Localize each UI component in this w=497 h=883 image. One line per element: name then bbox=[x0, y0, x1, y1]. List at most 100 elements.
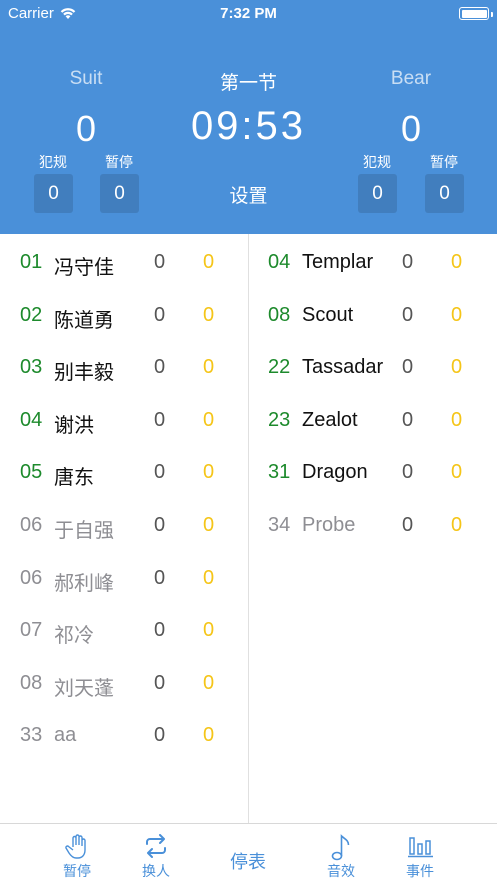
player-number: 33 bbox=[20, 724, 43, 747]
player-row[interactable]: 03 别丰毅 0 0 bbox=[0, 340, 248, 392]
player-row[interactable]: 04 Templar 0 0 bbox=[248, 235, 496, 287]
player-stat: 0 bbox=[154, 251, 166, 273]
scoreboard-header: Carrier 7:32 PM Suit 第一节 Bear 0 09:53 0 … bbox=[0, 0, 497, 234]
tab-timeout-label: 暂停 bbox=[63, 863, 91, 879]
player-fouls: 0 bbox=[451, 514, 463, 536]
player-row[interactable]: 06 于自强 0 0 bbox=[0, 498, 248, 550]
player-number: 06 bbox=[20, 514, 43, 536]
tab-events[interactable]: 事件 bbox=[380, 824, 460, 883]
player-row[interactable]: 06 郝利峰 0 0 bbox=[0, 551, 248, 603]
player-stat: 0 bbox=[402, 514, 414, 536]
player-stat: 0 bbox=[154, 461, 166, 484]
player-number: 07 bbox=[20, 619, 43, 642]
battery-tip bbox=[491, 12, 493, 17]
player-name: 陈道勇 bbox=[54, 309, 114, 332]
player-fouls: 0 bbox=[203, 303, 215, 326]
player-number: 06 bbox=[20, 566, 43, 589]
player-fouls: 0 bbox=[203, 724, 215, 747]
player-stat: 0 bbox=[154, 671, 166, 694]
player-number: 03 bbox=[20, 356, 43, 379]
player-number: 04 bbox=[268, 251, 291, 273]
player-number: 04 bbox=[20, 408, 43, 431]
player-stat: 0 bbox=[154, 619, 166, 642]
player-row[interactable]: 08 刘天蓬 0 0 bbox=[0, 656, 248, 708]
home-timeouts-label: 暂停 bbox=[105, 154, 133, 170]
player-row[interactable]: 01 冯守佳 0 0 bbox=[0, 235, 248, 287]
away-score[interactable]: 0 bbox=[351, 108, 471, 150]
tab-substitute[interactable]: 换人 bbox=[116, 824, 196, 883]
player-stat: 0 bbox=[402, 251, 414, 273]
player-roster: 01 冯守佳 0 0 02 陈道勇 0 0 03 别丰毅 0 0 04 谢洪 0 0 05 唐东 0 0 06 于自强 0 0… bbox=[0, 234, 497, 823]
player-fouls: 0 bbox=[451, 461, 463, 484]
player-fouls: 0 bbox=[451, 251, 463, 273]
music-note-icon bbox=[331, 834, 350, 861]
player-row[interactable]: 04 谢洪 0 0 bbox=[0, 393, 248, 445]
player-name: Zealot bbox=[302, 408, 358, 431]
player-fouls: 0 bbox=[451, 408, 463, 431]
player-fouls: 0 bbox=[203, 461, 215, 484]
player-number: 34 bbox=[268, 514, 291, 536]
player-number: 22 bbox=[268, 356, 291, 379]
player-stat: 0 bbox=[402, 461, 414, 484]
player-fouls: 0 bbox=[203, 566, 215, 589]
player-stat: 0 bbox=[154, 724, 166, 747]
player-number: 08 bbox=[268, 303, 291, 326]
player-fouls: 0 bbox=[203, 356, 215, 379]
player-name: 于自强 bbox=[54, 520, 114, 542]
player-stat: 0 bbox=[154, 514, 166, 536]
tab-sound[interactable]: 音效 bbox=[301, 824, 381, 883]
player-name: 郝利峰 bbox=[54, 572, 114, 595]
player-name: 唐东 bbox=[54, 467, 94, 490]
player-stat: 0 bbox=[154, 408, 166, 431]
player-row[interactable]: 23 Zealot 0 0 bbox=[248, 393, 496, 445]
player-stat: 0 bbox=[402, 408, 414, 431]
player-row[interactable]: 33 aa 0 0 bbox=[0, 708, 248, 760]
player-name: 冯守佳 bbox=[54, 257, 114, 279]
hand-icon bbox=[65, 834, 86, 859]
player-name: Templar bbox=[302, 251, 374, 273]
bottom-tab-bar: 暂停 换人 停表 音效 事件 bbox=[0, 823, 497, 883]
battery-icon bbox=[459, 7, 489, 20]
tab-stop-clock[interactable]: 停表 bbox=[208, 824, 288, 883]
player-fouls: 0 bbox=[451, 303, 463, 326]
away-team-name: Bear bbox=[390, 68, 432, 89]
settings-button[interactable]: 设置 bbox=[0, 181, 497, 208]
player-name: Tassadar bbox=[302, 356, 384, 379]
status-bar: Carrier 7:32 PM bbox=[0, 4, 497, 24]
player-row[interactable]: 05 唐东 0 0 bbox=[0, 445, 248, 497]
away-timeouts-count[interactable]: 0 bbox=[425, 174, 464, 213]
home-fouls-label: 犯规 bbox=[39, 154, 67, 170]
player-row[interactable]: 08 Scout 0 0 bbox=[248, 288, 496, 340]
player-name: Dragon bbox=[302, 461, 368, 484]
player-row[interactable]: 34 Probe 0 0 bbox=[248, 498, 496, 550]
tab-stop-clock-label: 停表 bbox=[230, 852, 266, 872]
player-stat: 0 bbox=[154, 356, 166, 379]
tab-substitute-label: 换人 bbox=[142, 863, 170, 879]
player-row[interactable]: 07 祁冷 0 0 bbox=[0, 603, 248, 655]
player-stat: 0 bbox=[154, 566, 166, 589]
status-time: 7:32 PM bbox=[220, 5, 277, 22]
player-name: 祁冷 bbox=[54, 625, 94, 648]
player-number: 23 bbox=[268, 408, 291, 431]
tab-sound-label: 音效 bbox=[327, 863, 355, 879]
player-number: 08 bbox=[20, 671, 43, 694]
player-row[interactable]: 22 Tassadar 0 0 bbox=[248, 340, 496, 392]
player-name: aa bbox=[54, 724, 77, 747]
player-fouls: 0 bbox=[203, 619, 215, 642]
player-number: 31 bbox=[268, 461, 291, 484]
player-fouls: 0 bbox=[451, 356, 463, 379]
player-name: 刘天蓬 bbox=[54, 677, 114, 700]
away-fouls-count[interactable]: 0 bbox=[358, 174, 397, 213]
player-fouls: 0 bbox=[203, 408, 215, 431]
tab-timeout[interactable]: 暂停 bbox=[37, 824, 117, 883]
player-stat: 0 bbox=[154, 303, 166, 326]
player-row[interactable]: 31 Dragon 0 0 bbox=[248, 445, 496, 497]
player-stat: 0 bbox=[402, 303, 414, 326]
tab-events-label: 事件 bbox=[406, 863, 434, 879]
player-name: Probe bbox=[302, 514, 356, 536]
player-number: 02 bbox=[20, 303, 43, 326]
player-number: 01 bbox=[20, 251, 43, 273]
player-fouls: 0 bbox=[203, 671, 215, 694]
player-row[interactable]: 02 陈道勇 0 0 bbox=[0, 288, 248, 340]
player-fouls: 0 bbox=[203, 514, 215, 536]
